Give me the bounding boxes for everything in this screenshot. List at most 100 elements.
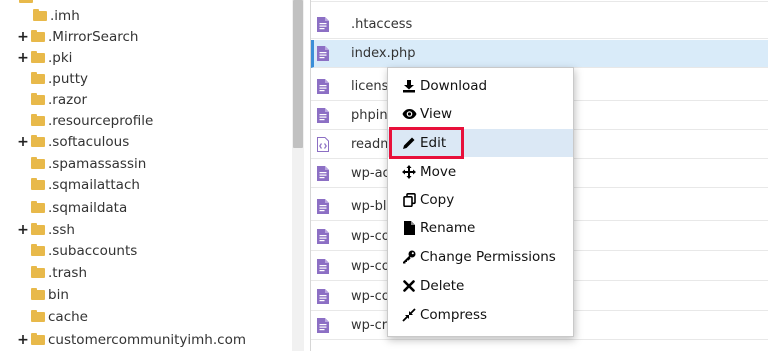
delete-x-icon (401, 278, 417, 294)
key-icon (401, 249, 417, 265)
text-file-icon (317, 229, 329, 244)
folder-icon (31, 200, 45, 213)
tree-item-label: cache (48, 308, 88, 325)
folder-icon (31, 177, 45, 190)
file-row-partial[interactable] (311, 0, 768, 2)
text-file-icon (317, 46, 329, 61)
menu-item-compress[interactable]: Compress (388, 301, 573, 329)
tree-item-softaculous[interactable]: + .softaculous (17, 131, 129, 152)
tree-item-trash[interactable]: .trash (17, 262, 87, 283)
download-icon (401, 78, 417, 94)
menu-item-label: View (420, 106, 453, 122)
text-file-icon (317, 199, 329, 214)
menu-item-change-permissions[interactable]: Change Permissions (388, 243, 573, 271)
folder-tree: .imh + .MirrorSearch + .pki .putty .razo… (0, 0, 292, 351)
text-file-icon (317, 79, 329, 94)
tree-item-pki[interactable]: + .pki (17, 47, 72, 68)
tree-item-subaccounts[interactable]: .subaccounts (17, 240, 137, 261)
tree-item-label: .sqmailattach (48, 176, 140, 193)
rename-file-icon (401, 220, 417, 236)
file-name: index.php (351, 46, 416, 61)
folder-icon (31, 71, 45, 84)
file-name: wp-ac (351, 166, 390, 181)
menu-item-delete[interactable]: Delete (388, 272, 573, 300)
tree-item-label: customercommunityimh.com (48, 331, 246, 348)
text-file-icon (317, 318, 329, 333)
edit-highlight-box (389, 127, 464, 159)
menu-item-download[interactable]: Download (388, 72, 573, 100)
tree-item-sqmailattach[interactable]: .sqmailattach (17, 174, 140, 195)
folder-icon (31, 287, 45, 300)
tree-item-label: .sqmaildata (48, 199, 128, 216)
text-file-icon (317, 108, 329, 123)
folder-icon (31, 332, 45, 345)
html-file-icon (317, 137, 329, 152)
folder-icon (31, 113, 45, 126)
expand-icon[interactable]: + (17, 50, 29, 66)
tree-item-label: .imh (50, 7, 80, 24)
menu-item-move[interactable]: Move (388, 158, 573, 186)
tree-item-label: .putty (48, 70, 88, 87)
tree-item-label: bin (48, 286, 69, 303)
tree-item-ssh[interactable]: + .ssh (17, 219, 75, 240)
tree-item-label: .razor (48, 91, 88, 108)
file-name: phpinf (351, 108, 393, 123)
eye-icon (401, 106, 417, 122)
text-file-icon (317, 166, 329, 181)
tree-item-label: .subaccounts (48, 242, 138, 259)
expand-icon[interactable]: + (17, 134, 29, 150)
folder-icon (31, 29, 45, 42)
expand-icon[interactable]: + (17, 332, 29, 348)
tree-item-label: .resourceprofile (48, 112, 154, 129)
tree-item-label: .pki (48, 49, 73, 66)
menu-item-copy[interactable]: Copy (388, 186, 573, 214)
file-name: wp-co (351, 289, 390, 304)
folder-icon (31, 222, 45, 235)
text-file-icon (317, 17, 329, 32)
file-name: .htaccess (351, 17, 413, 32)
menu-item-rename[interactable]: Rename (388, 214, 573, 242)
folder-icon (31, 265, 45, 278)
move-arrows-icon (401, 164, 417, 180)
file-name: wp-co (351, 229, 390, 244)
file-name: wp-co (351, 259, 390, 274)
context-menu: Download View Edit Move Copy Rename Chan… (387, 67, 574, 337)
menu-item-label: Download (420, 78, 488, 94)
tree-scrollbar-thumb[interactable] (293, 0, 303, 148)
folder-icon (31, 50, 45, 63)
file-row[interactable]: .htaccess (311, 11, 768, 39)
compress-icon (401, 307, 417, 323)
folder-icon (31, 309, 45, 322)
copy-icon (401, 192, 417, 208)
folder-icon (19, 0, 33, 3)
tree-item-label: .spamassassin (48, 155, 147, 172)
tree-item-label: .softaculous (48, 133, 130, 150)
tree-item-resourceprofile[interactable]: .resourceprofile (17, 110, 153, 131)
file-row-selected[interactable]: index.php (311, 40, 768, 68)
folder-icon (31, 92, 45, 105)
tree-item-razor[interactable]: .razor (17, 89, 87, 110)
text-file-icon (317, 259, 329, 274)
tree-item-bin[interactable]: bin (17, 284, 69, 305)
menu-item-label: Copy (420, 192, 455, 208)
folder-icon (33, 8, 47, 21)
tree-item-sqmaildata[interactable]: .sqmaildata (17, 197, 127, 218)
menu-item-label: Delete (420, 278, 465, 294)
folder-icon (31, 243, 45, 256)
folder-icon (31, 134, 45, 147)
tree-item-label: .ssh (48, 221, 75, 238)
tree-item-imh[interactable]: .imh (19, 5, 80, 26)
menu-item-label: Change Permissions (420, 249, 556, 265)
expand-icon[interactable]: + (17, 29, 29, 45)
tree-item-mirrorsearch[interactable]: + .MirrorSearch (17, 26, 138, 47)
tree-item-putty[interactable]: .putty (17, 68, 88, 89)
tree-item-label: .trash (48, 264, 87, 281)
expand-icon[interactable]: + (17, 222, 29, 238)
tree-item-customercommunityimh[interactable]: + customercommunityimh.com (17, 329, 246, 350)
menu-item-label: Move (420, 164, 457, 180)
tree-item-cache[interactable]: cache (17, 306, 88, 327)
menu-item-label: Rename (420, 220, 476, 236)
tree-item-spamassassin[interactable]: .spamassassin (17, 153, 146, 174)
text-file-icon (317, 289, 329, 304)
menu-item-view[interactable]: View (388, 100, 573, 128)
